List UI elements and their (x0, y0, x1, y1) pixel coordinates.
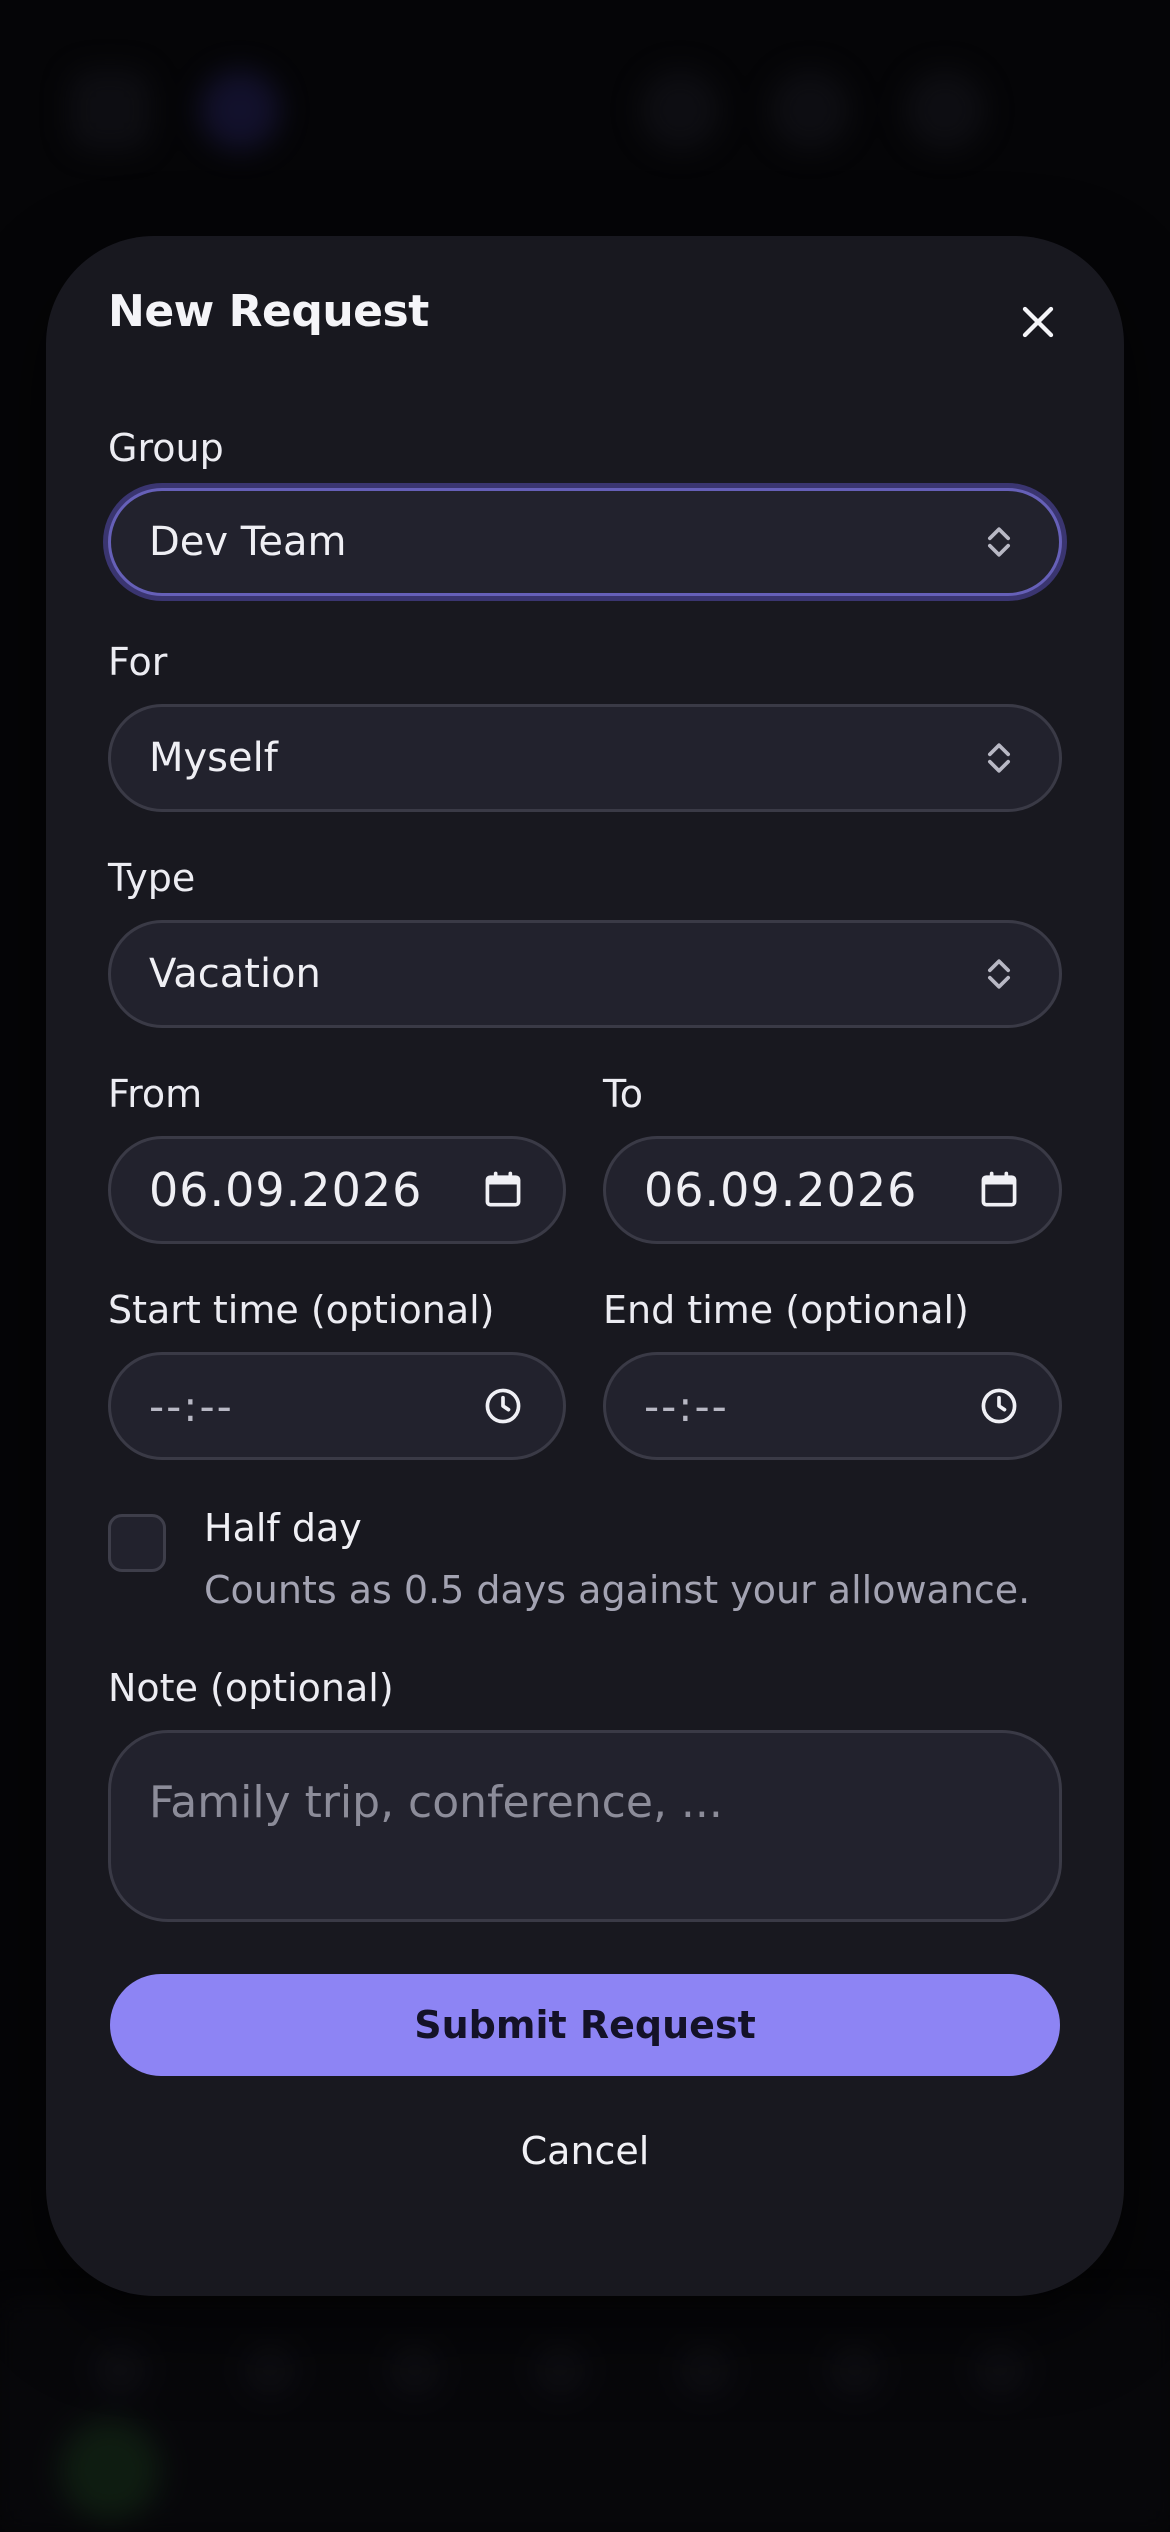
for-value: Myself (149, 735, 278, 781)
end-time-value: --:-- (644, 1381, 729, 1431)
half-day-label[interactable]: Half day (204, 1506, 362, 1550)
nav-icon (390, 2345, 440, 2395)
nav-icon (830, 2345, 880, 2395)
calendar-icon[interactable] (977, 1168, 1021, 1212)
submit-request-button[interactable]: Submit Request (110, 1974, 1060, 2076)
status-indicator (60, 2420, 160, 2520)
chevron-updown-icon (977, 520, 1021, 564)
end-time-label: End time (optional) (603, 1288, 969, 1332)
group-label: Group (108, 426, 224, 470)
menu-icon (70, 70, 150, 150)
for-select[interactable]: Myself (108, 704, 1062, 812)
start-time-label: Start time (optional) (108, 1288, 495, 1332)
chevron-updown-icon (977, 952, 1021, 996)
new-request-modal: New Request Group Dev Team For Myself Ty… (46, 236, 1124, 2296)
half-day-description: Counts as 0.5 days against your allowanc… (204, 1568, 1031, 1612)
note-label: Note (optional) (108, 1666, 394, 1710)
half-day-checkbox[interactable] (108, 1514, 166, 1572)
to-date-input[interactable]: 06.09.2026 (603, 1136, 1062, 1244)
cancel-button[interactable]: Cancel (110, 2106, 1060, 2196)
calendar-icon[interactable] (481, 1168, 525, 1212)
from-date-value: 06.09.2026 (149, 1163, 423, 1217)
close-button[interactable] (1012, 296, 1064, 348)
avatar (905, 70, 985, 150)
type-value: Vacation (149, 951, 321, 997)
end-time-input[interactable]: --:-- (603, 1352, 1062, 1460)
clock-icon[interactable] (481, 1384, 525, 1428)
nav-icon (680, 2345, 730, 2395)
note-textarea[interactable]: Family trip, conference, ... (108, 1730, 1062, 1922)
type-select[interactable]: Vacation (108, 920, 1062, 1028)
group-value: Dev Team (149, 519, 347, 565)
type-label: Type (108, 856, 196, 900)
for-label: For (108, 640, 168, 684)
bottom-nav (0, 2300, 1170, 2532)
app-logo (200, 70, 280, 150)
start-time-value: --:-- (149, 1381, 234, 1431)
nav-icon (245, 2345, 295, 2395)
clock-icon[interactable] (977, 1384, 1021, 1428)
nav-icon (535, 2345, 585, 2395)
header-icon (640, 70, 720, 150)
start-time-input[interactable]: --:-- (108, 1352, 566, 1460)
nav-icon (95, 2345, 145, 2395)
from-label: From (108, 1072, 203, 1116)
to-date-value: 06.09.2026 (644, 1163, 918, 1217)
from-date-input[interactable]: 06.09.2026 (108, 1136, 566, 1244)
header-icon (770, 70, 850, 150)
to-label: To (603, 1072, 644, 1116)
group-select[interactable]: Dev Team (108, 488, 1062, 596)
nav-icon (975, 2345, 1025, 2395)
modal-title: New Request (108, 286, 429, 337)
chevron-updown-icon (977, 736, 1021, 780)
close-icon (1022, 306, 1054, 338)
